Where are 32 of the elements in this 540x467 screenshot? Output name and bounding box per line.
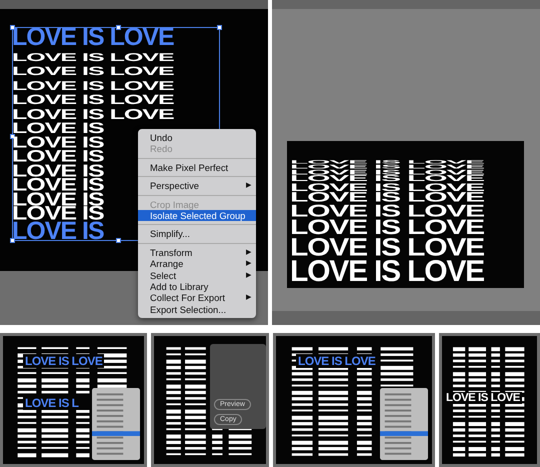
artwork-text: LOVE IS LOVE <box>444 392 522 404</box>
context-menu-drawing <box>92 388 140 460</box>
artwork-text: LOVE IS LOVE <box>12 80 174 90</box>
menu-item[interactable]: Add to Library <box>138 281 256 292</box>
menu-item[interactable]: Isolate Selected Group <box>138 210 256 222</box>
artwork-text: LOVE IS LOVE <box>290 220 484 236</box>
artwork-text: LOVE IS <box>12 150 104 163</box>
artwork-text: LOVE IS <box>12 136 104 148</box>
artwork-text: LOVE IS <box>12 192 104 206</box>
context-menu-drawing <box>380 388 428 460</box>
artwork-text: LOVE IS LOVE <box>12 52 174 62</box>
artwork-text: LOVE IS LOVE <box>12 94 174 105</box>
artwork-text: LOVE IS <box>12 221 104 241</box>
artwork-text: LOVE IS LOVE <box>290 182 484 192</box>
artwork-text: LOVE IS LOVE <box>12 66 174 76</box>
artwork-text: LOVE IS LOVE <box>12 108 174 120</box>
artwork-text: LOVE IS <box>12 205 104 221</box>
menu-item[interactable]: Make Pixel Perfect <box>138 162 256 174</box>
artwork-text: LOVE IS <box>12 122 104 134</box>
artwork-text: LOVE IS LOVE <box>290 260 484 284</box>
artwork-text: LOVE IS LOVE <box>296 354 378 368</box>
menu-item[interactable]: Undo <box>138 132 256 144</box>
artwork-text: LOVE IS <box>12 164 104 178</box>
artwork-text: LOVE IS LOVE <box>290 175 484 182</box>
menu-item[interactable]: Simplify... <box>138 228 256 240</box>
artwork-text: LOVE IS LOVE <box>290 192 484 204</box>
artwork-text: LOVE IS LOVE <box>23 354 104 368</box>
artwork-text: LOVE IS LOVE <box>12 27 174 47</box>
artwork-text: LOVE IS <box>12 178 104 192</box>
artwork-text: LOVE IS LOVE <box>290 238 484 258</box>
artwork-text: LOVE IS LOVE <box>290 204 484 218</box>
menu-item[interactable]: Export Selection... <box>138 304 256 316</box>
